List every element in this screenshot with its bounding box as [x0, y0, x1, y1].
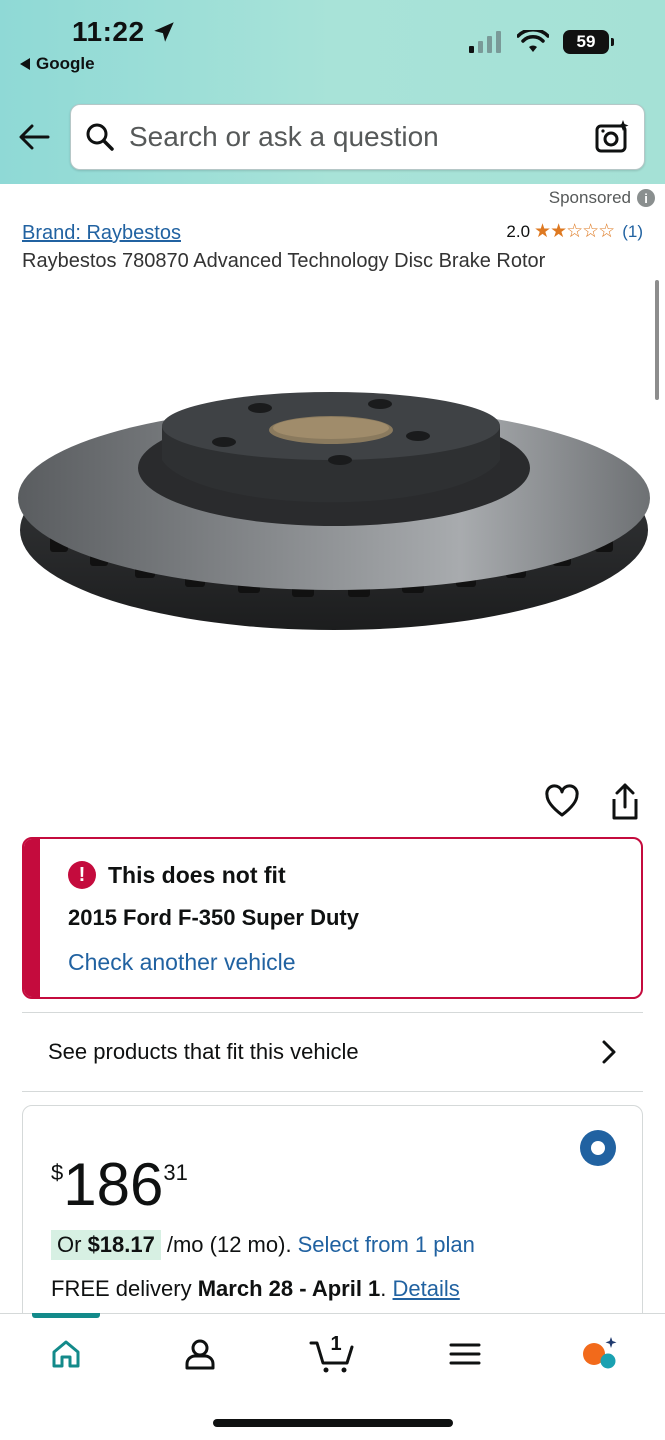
price-symbol: $: [51, 1160, 64, 1185]
search-bar[interactable]: [70, 104, 645, 170]
nav-menu[interactable]: [443, 1332, 487, 1376]
see-fitting-products-row[interactable]: See products that fit this vehicle: [22, 1012, 643, 1092]
delivery-suffix: .: [380, 1276, 393, 1301]
battery-level: 59: [576, 32, 596, 51]
alert-accent-bar: [24, 839, 40, 997]
monthly-prefix: Or: [57, 1232, 88, 1257]
cart-count: 1: [330, 1333, 341, 1355]
rufus-icon: [583, 1337, 617, 1369]
nav-account[interactable]: [178, 1332, 222, 1376]
price-whole: 186: [63, 1151, 164, 1218]
fitment-heading: ! This does not fit: [68, 861, 286, 889]
vehicle-name: 2015 Ford F-350 Super Duty: [68, 905, 359, 930]
rating-value: 2.0: [506, 221, 531, 241]
status-icons: 59: [469, 30, 614, 54]
price-fraction: 31: [163, 1160, 188, 1185]
status-time: 11:22: [72, 16, 177, 48]
fitment-heading-text: This does not fit: [108, 861, 286, 888]
error-icon: !: [68, 861, 96, 889]
home-icon: [52, 1340, 80, 1368]
check-another-vehicle-link[interactable]: Check another vehicle: [68, 949, 296, 976]
monthly-amount: $18.17: [87, 1232, 155, 1257]
rating-summary[interactable]: 2.0 ★★☆☆☆ (1): [506, 220, 643, 243]
camera-search-icon[interactable]: [594, 119, 630, 155]
bottom-nav: 1: [0, 1313, 665, 1440]
price: $ 186 31: [51, 1150, 188, 1220]
nav-home[interactable]: [44, 1332, 88, 1376]
account-icon: [185, 1339, 215, 1370]
see-fitting-products-label: See products that fit this vehicle: [48, 1039, 359, 1064]
rating-count[interactable]: (1): [622, 222, 643, 242]
sponsored-label[interactable]: Sponsored i: [549, 188, 655, 208]
monthly-payment: Or $18.17 /mo (12 mo). Select from 1 pla…: [51, 1230, 475, 1260]
wifi-icon: [517, 30, 549, 52]
nav-rufus[interactable]: [576, 1332, 620, 1376]
delivery-info: FREE delivery March 28 - April 1. Detail…: [51, 1276, 460, 1302]
cart-icon: 1: [309, 1333, 354, 1373]
chevron-right-icon: [602, 1040, 616, 1064]
brand-link[interactable]: Brand: Raybestos: [22, 222, 181, 245]
back-to-app[interactable]: Google: [20, 54, 95, 74]
delivery-prefix: FREE delivery: [51, 1276, 198, 1301]
delivery-details-link[interactable]: Details: [393, 1276, 460, 1301]
sponsored-text: Sponsored: [548, 188, 631, 207]
home-indicator[interactable]: [213, 1419, 453, 1427]
share-icon[interactable]: [606, 782, 644, 822]
monthly-suffix: /mo (12 mo).: [166, 1232, 292, 1257]
location-arrow-icon: [153, 22, 174, 42]
wishlist-heart-icon[interactable]: [544, 784, 580, 820]
buy-option-radio[interactable]: [580, 1130, 616, 1166]
fitment-alert: ! This does not fit 2015 Ford F-350 Supe…: [22, 837, 643, 999]
rating-stars: ★★☆☆☆: [534, 221, 615, 242]
back-triangle-icon: [20, 58, 30, 70]
search-icon: [86, 123, 114, 151]
info-icon[interactable]: i: [637, 189, 655, 207]
battery-indicator: 59: [563, 30, 614, 54]
delivery-dates: March 28 - April 1: [197, 1276, 381, 1301]
menu-icon: [449, 1343, 481, 1365]
back-app-label: Google: [36, 54, 95, 73]
product-title: Raybestos 780870 Advanced Technology Dis…: [22, 250, 546, 272]
time-text: 11:22: [72, 16, 145, 47]
cellular-signal-icon: [469, 31, 501, 53]
top-header: 11:22 Google 59: [0, 0, 665, 184]
active-tab-indicator: [32, 1313, 100, 1318]
search-input[interactable]: [129, 121, 594, 153]
nav-cart[interactable]: 1: [308, 1332, 358, 1376]
product-image[interactable]: [10, 380, 658, 650]
select-plan-link[interactable]: Select from 1 plan: [298, 1232, 475, 1258]
monthly-pill: Or $18.17: [51, 1230, 161, 1260]
back-arrow-icon[interactable]: [16, 118, 54, 156]
